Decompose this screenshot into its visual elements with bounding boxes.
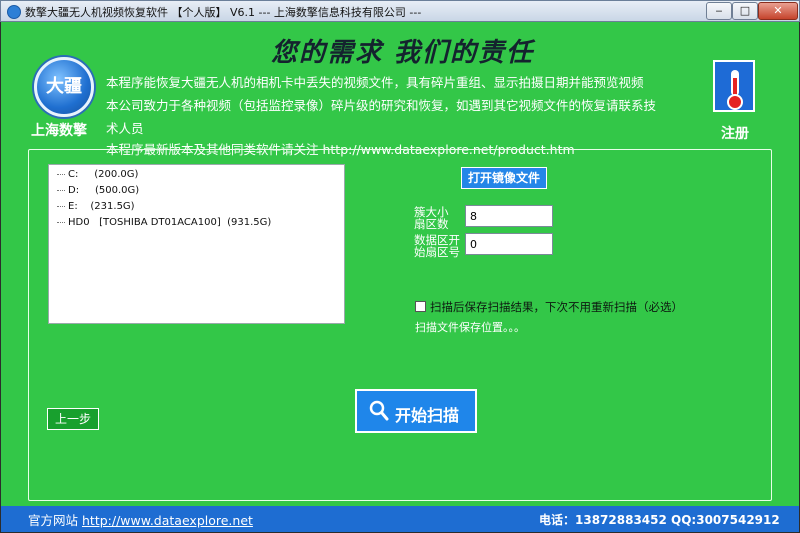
search-icon <box>369 400 389 421</box>
open-image-button[interactable]: 打开镜像文件 <box>461 167 547 189</box>
data-start-label: 数据区开 始扇区号 <box>414 233 460 259</box>
footer: 官方网站 http://www.dataexplore.net 电话：13872… <box>1 506 799 532</box>
slogan: 您的需求 我们的责任 <box>271 38 535 68</box>
drive-item-e[interactable]: E: (231.5G) <box>57 201 135 212</box>
save-results-checkbox[interactable] <box>415 301 426 312</box>
maximize-button[interactable]: □ <box>732 2 758 20</box>
website-link[interactable]: http://www.dataexplore.net <box>82 513 253 528</box>
cluster-size-input[interactable] <box>465 205 553 227</box>
back-button[interactable]: 上一步 <box>47 408 99 430</box>
drive-list[interactable]: C: (200.0G) D: (500.0G) E: (231.5G) HD0 … <box>48 164 345 324</box>
description-line-3: 术人员 <box>106 121 144 136</box>
drive-item-hd0[interactable]: HD0 [TOSHIBA DT01ACA100] (931.5G) <box>57 217 271 228</box>
description-line-2: 本公司致力于各种视频（包括监控录像）碎片级的研究和恢复，如遇到其它视频文件的恢复… <box>106 98 657 113</box>
title-bar: 数擎大疆无人机视频恢复软件 【个人版】 V6.1 --- 上海数擎信息科技有限公… <box>0 0 800 22</box>
thermometer-bulb <box>727 94 743 110</box>
register-key-icon[interactable] <box>713 60 755 112</box>
drive-item-c[interactable]: C: (200.0G) <box>57 169 138 180</box>
drive-item-d[interactable]: D: (500.0G) <box>57 185 139 196</box>
cluster-size-label: 簇大小 扇区数 <box>414 205 449 231</box>
data-start-input[interactable] <box>465 233 553 255</box>
contact-info: 电话：13872883452 QQ:3007542912 <box>539 513 780 527</box>
dji-logo: 大疆 <box>34 57 94 117</box>
save-results-label[interactable]: 扫描后保存扫描结果，下次不用重新扫描（必选） <box>430 299 683 315</box>
save-location-text: 扫描文件保存位置。。。 <box>415 321 525 334</box>
description-line-1: 本程序能恢复大疆无人机的相机卡中丢失的视频文件，具有碎片重组、显示拍摄日期并能预… <box>106 75 644 90</box>
main-panel: 您的需求 我们的责任 大疆 上海数擎 本程序能恢复大疆无人机的相机卡中丢失的视频… <box>1 22 799 532</box>
start-scan-label: 开始扫描 <box>395 406 460 425</box>
brand-name: 上海数擎 <box>31 123 87 139</box>
app-icon <box>7 5 21 19</box>
close-button[interactable]: ✕ <box>758 2 798 20</box>
register-label[interactable]: 注册 <box>721 123 749 143</box>
start-scan-button[interactable]: 开始扫描 <box>355 389 477 433</box>
website-text: 官方网站 http://www.dataexplore.net <box>28 510 253 529</box>
website-label: 官方网站 <box>28 513 79 528</box>
window-title: 数擎大疆无人机视频恢复软件 【个人版】 V6.1 --- 上海数擎信息科技有限公… <box>25 6 422 19</box>
minimize-button[interactable]: ‒ <box>706 2 732 20</box>
